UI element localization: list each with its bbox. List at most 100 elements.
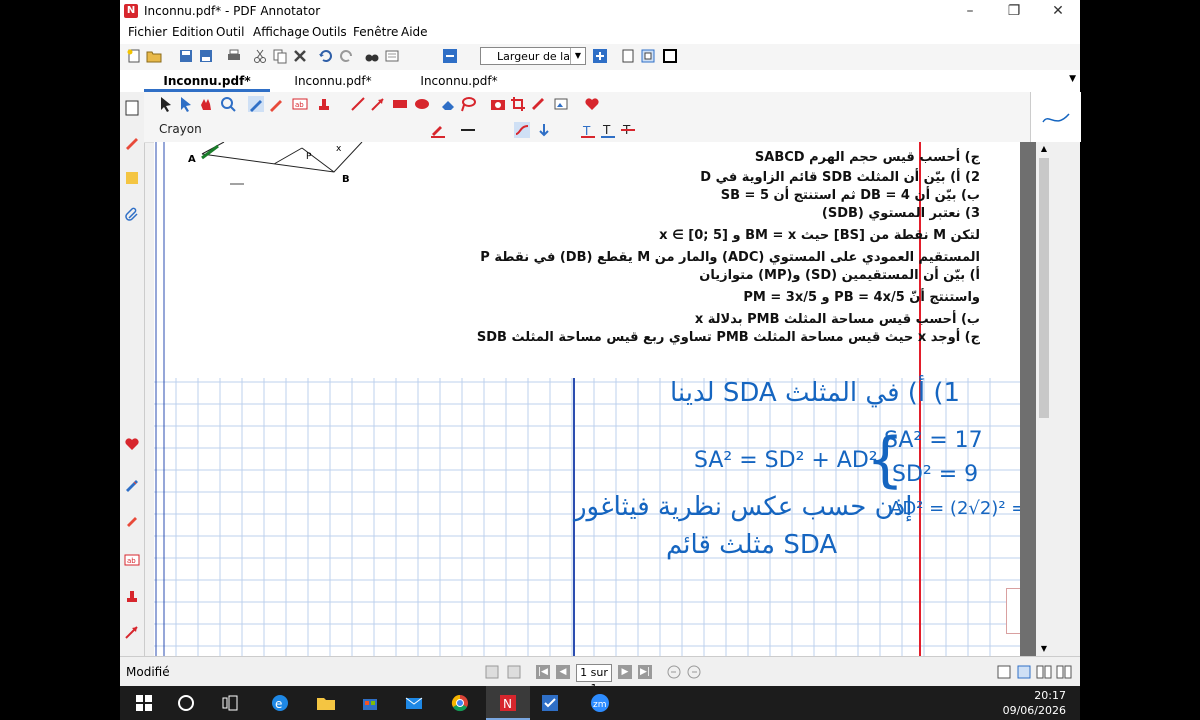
cut-icon[interactable] [252, 48, 268, 64]
tab-inconnu-1[interactable]: Inconnu.pdf* [144, 70, 270, 92]
text-box-favorite-icon[interactable]: ab [124, 552, 140, 568]
tab-inconnu-2[interactable]: Inconnu.pdf* [270, 70, 396, 92]
last-page-icon[interactable]: ▶| [638, 665, 652, 679]
scroll-up-icon[interactable]: ▲ [1036, 142, 1052, 156]
hand-pan-icon[interactable] [198, 96, 214, 112]
save-icon[interactable] [178, 48, 194, 64]
edge-browser-icon[interactable]: e [270, 693, 290, 713]
handwriting-line-3[interactable]: SD² = 9 [892, 462, 978, 487]
stamp-tool-icon[interactable] [316, 96, 332, 112]
windows-start-icon[interactable] [134, 693, 154, 713]
zoom-meeting-icon[interactable]: zm [590, 693, 610, 713]
minimize-button[interactable]: – [948, 0, 992, 22]
line-width-icon[interactable] [460, 122, 476, 138]
lasso-tool-icon[interactable] [460, 96, 476, 112]
page-next-layout-icon[interactable] [506, 664, 522, 680]
text-tool-icon[interactable]: ab [292, 96, 308, 112]
straighten-icon[interactable] [536, 122, 552, 138]
crop-tool-icon[interactable] [510, 96, 526, 112]
tab-inconnu-3[interactable]: Inconnu.pdf* [396, 70, 522, 92]
insert-image-icon[interactable] [554, 96, 570, 112]
menu-edition[interactable]: Edition [172, 25, 214, 39]
pencil-tool-icon[interactable] [248, 96, 264, 112]
arrow-tool-icon[interactable] [370, 96, 386, 112]
print-icon[interactable] [226, 48, 242, 64]
select-arrow-icon[interactable] [158, 96, 174, 112]
scroll-thumb[interactable] [1039, 158, 1049, 418]
menu-outils[interactable]: Outils [312, 25, 347, 39]
pen-tool-icon[interactable] [124, 134, 140, 150]
previous-page-icon[interactable]: ◀ [556, 665, 570, 679]
ruler-tool-icon[interactable] [530, 96, 546, 112]
find-binoculars-icon[interactable] [364, 48, 380, 64]
first-page-icon[interactable]: |◀ [536, 665, 550, 679]
single-page-mode-icon[interactable] [996, 664, 1012, 680]
note-icon[interactable] [124, 170, 140, 186]
eraser-tool-icon[interactable] [440, 96, 456, 112]
system-clock[interactable]: 20:17 09/06/2026 [1003, 688, 1066, 718]
open-folder-icon[interactable] [146, 48, 162, 64]
page-layout-icon[interactable] [384, 48, 400, 64]
handwriting-line-6[interactable]: إذن حسب عكس نظرية فيثاغور [574, 492, 912, 522]
history-back-icon[interactable] [666, 664, 682, 680]
single-page-view-icon[interactable] [620, 48, 636, 64]
continuous-mode-icon[interactable] [1016, 664, 1032, 680]
search-circle-icon[interactable] [176, 693, 196, 713]
menu-fichier[interactable]: Fichier [128, 25, 167, 39]
page-prev-layout-icon[interactable] [484, 664, 500, 680]
stamp-favorite-icon[interactable] [124, 588, 140, 604]
chevron-down-icon[interactable]: ▼ [570, 48, 585, 64]
checklist-app-icon[interactable] [540, 693, 560, 713]
copy-icon[interactable] [272, 48, 288, 64]
pdf-page[interactable]: A P x B ج) أحسب قيس حجم الهرم SABCD 2) أ… [154, 142, 1020, 656]
delete-icon[interactable] [292, 48, 308, 64]
redo-icon[interactable] [338, 48, 354, 64]
rectangle-tool-icon[interactable] [392, 96, 408, 112]
menu-fenetre[interactable]: Fenêtre [353, 25, 398, 39]
two-page-continuous-icon[interactable] [1056, 664, 1072, 680]
zoom-select[interactable]: Largeur de la pa ▼ [480, 47, 586, 65]
text-highlight-icon[interactable]: T [580, 122, 596, 138]
text-select-icon[interactable] [178, 96, 194, 112]
attachment-icon[interactable] [124, 206, 140, 222]
smooth-stroke-icon[interactable] [514, 122, 530, 138]
history-forward-icon[interactable] [686, 664, 702, 680]
handwriting-line-1[interactable]: 1) أ) في المثلث SDA لدينا [670, 378, 960, 408]
zoom-tool-icon[interactable] [220, 96, 236, 112]
handwriting-line-7[interactable]: SDA مثلث قائم [666, 530, 837, 560]
handwriting-line-5[interactable]: SA² = SD² + AD² [694, 448, 878, 473]
store-icon[interactable] [360, 693, 380, 713]
title-bar[interactable]: N Inconnu.pdf* - PDF Annotator – ❐ ✕ [120, 0, 1080, 22]
pencil-favorite-icon[interactable] [124, 476, 140, 492]
highlighter-favorite-icon[interactable] [124, 512, 140, 528]
pen-color-icon[interactable] [430, 122, 446, 138]
new-document-icon[interactable] [126, 48, 142, 64]
favorite-heart-icon[interactable] [124, 436, 140, 452]
restore-button[interactable]: ❐ [992, 0, 1036, 22]
task-view-icon[interactable] [220, 693, 240, 713]
full-screen-icon[interactable] [662, 48, 678, 64]
chrome-browser-icon[interactable] [450, 693, 470, 713]
scroll-down-icon[interactable]: ▼ [1036, 642, 1052, 656]
pdf-annotator-taskbar-button[interactable]: N [486, 686, 530, 720]
zoom-in-icon[interactable] [592, 48, 608, 64]
next-page-icon[interactable]: ▶ [618, 665, 632, 679]
file-explorer-icon[interactable] [316, 693, 336, 713]
two-page-mode-icon[interactable] [1036, 664, 1052, 680]
favorites-heart-icon[interactable] [584, 96, 600, 112]
camera-snapshot-icon[interactable] [490, 96, 506, 112]
line-tool-icon[interactable] [350, 96, 366, 112]
tab-list-chevron-icon[interactable]: ▼ [1069, 74, 1076, 84]
zoom-out-icon[interactable] [442, 48, 458, 64]
marker-tool-icon[interactable] [268, 96, 284, 112]
vertical-scrollbar[interactable]: ▲ ▼ [1036, 142, 1052, 656]
ellipse-tool-icon[interactable] [414, 96, 430, 112]
undo-icon[interactable] [318, 48, 334, 64]
text-underline-icon[interactable]: T [600, 122, 616, 138]
thumbnail-page-icon[interactable] [124, 100, 140, 116]
close-button[interactable]: ✕ [1036, 0, 1080, 22]
fit-page-view-icon[interactable] [640, 48, 656, 64]
page-number-field[interactable]: 1 sur 1 [576, 664, 612, 695]
menu-outil[interactable]: Outil [216, 25, 244, 39]
arrow-favorite-icon[interactable] [124, 624, 140, 640]
